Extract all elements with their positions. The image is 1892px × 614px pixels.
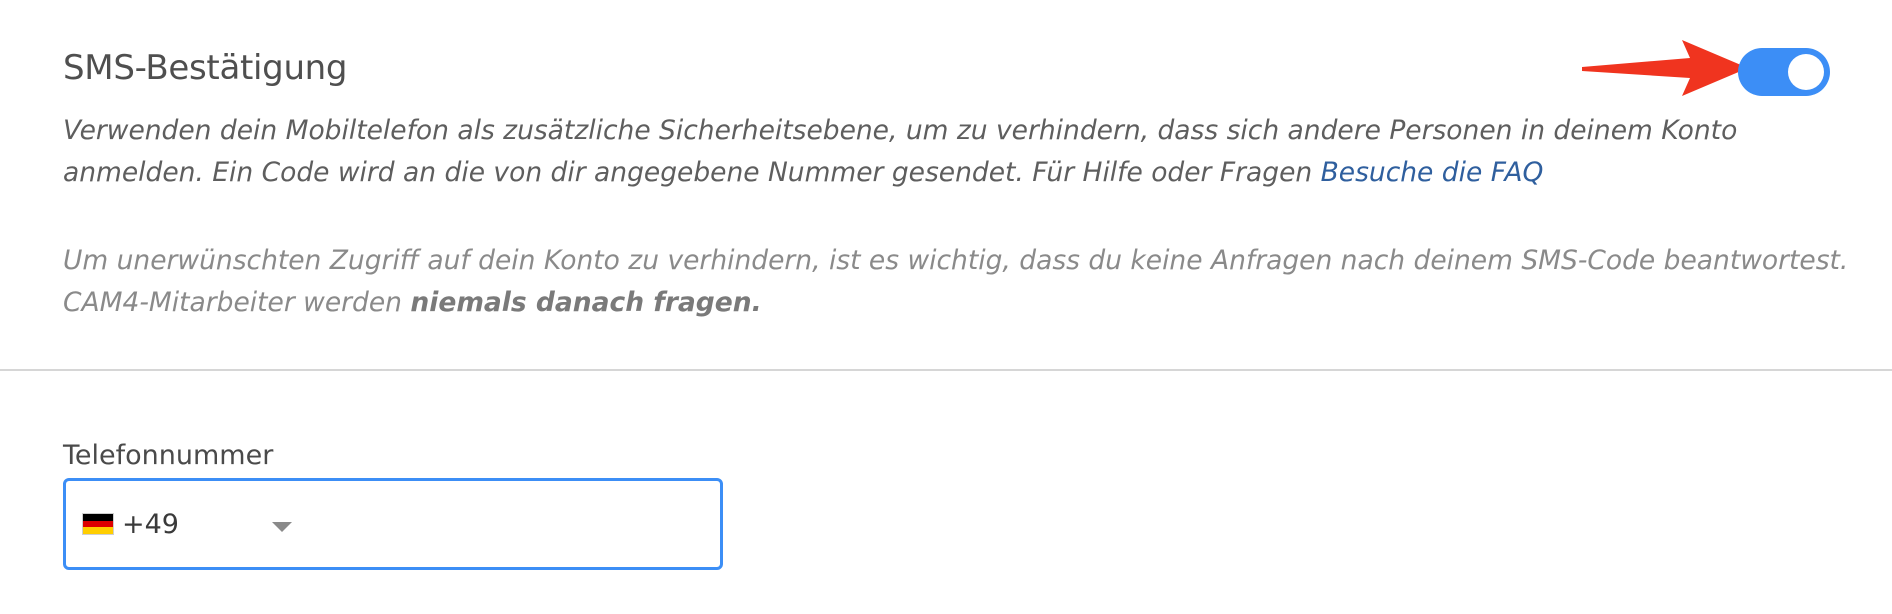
section-description: Verwenden dein Mobiltelefon als zusätzli… bbox=[63, 110, 1863, 194]
warning-emphasis: niemals danach fragen. bbox=[410, 287, 762, 318]
section-title: SMS-Bestätigung bbox=[63, 48, 348, 88]
country-dial-code: +49 bbox=[122, 508, 179, 540]
chevron-down-icon[interactable] bbox=[272, 522, 292, 532]
warning-text: Um unerwünschten Zugriff auf dein Konto … bbox=[63, 245, 1849, 318]
phone-number-label: Telefonnummer bbox=[63, 440, 274, 471]
security-warning: Um unerwünschten Zugriff auf dein Konto … bbox=[63, 240, 1863, 324]
country-code-select[interactable]: +49 bbox=[82, 481, 252, 567]
sms-toggle-switch[interactable] bbox=[1738, 48, 1830, 96]
sms-settings-panel: SMS-Bestätigung Verwenden dein Mobiltele… bbox=[0, 0, 1892, 614]
phone-number-input[interactable] bbox=[306, 491, 710, 559]
divider bbox=[0, 369, 1892, 371]
toggle-knob bbox=[1788, 54, 1824, 90]
annotation-arrow-icon bbox=[1582, 40, 1748, 96]
faq-link[interactable]: Besuche die FAQ bbox=[1321, 157, 1544, 188]
germany-flag-icon bbox=[82, 513, 114, 535]
phone-number-field: +49 bbox=[63, 478, 723, 570]
